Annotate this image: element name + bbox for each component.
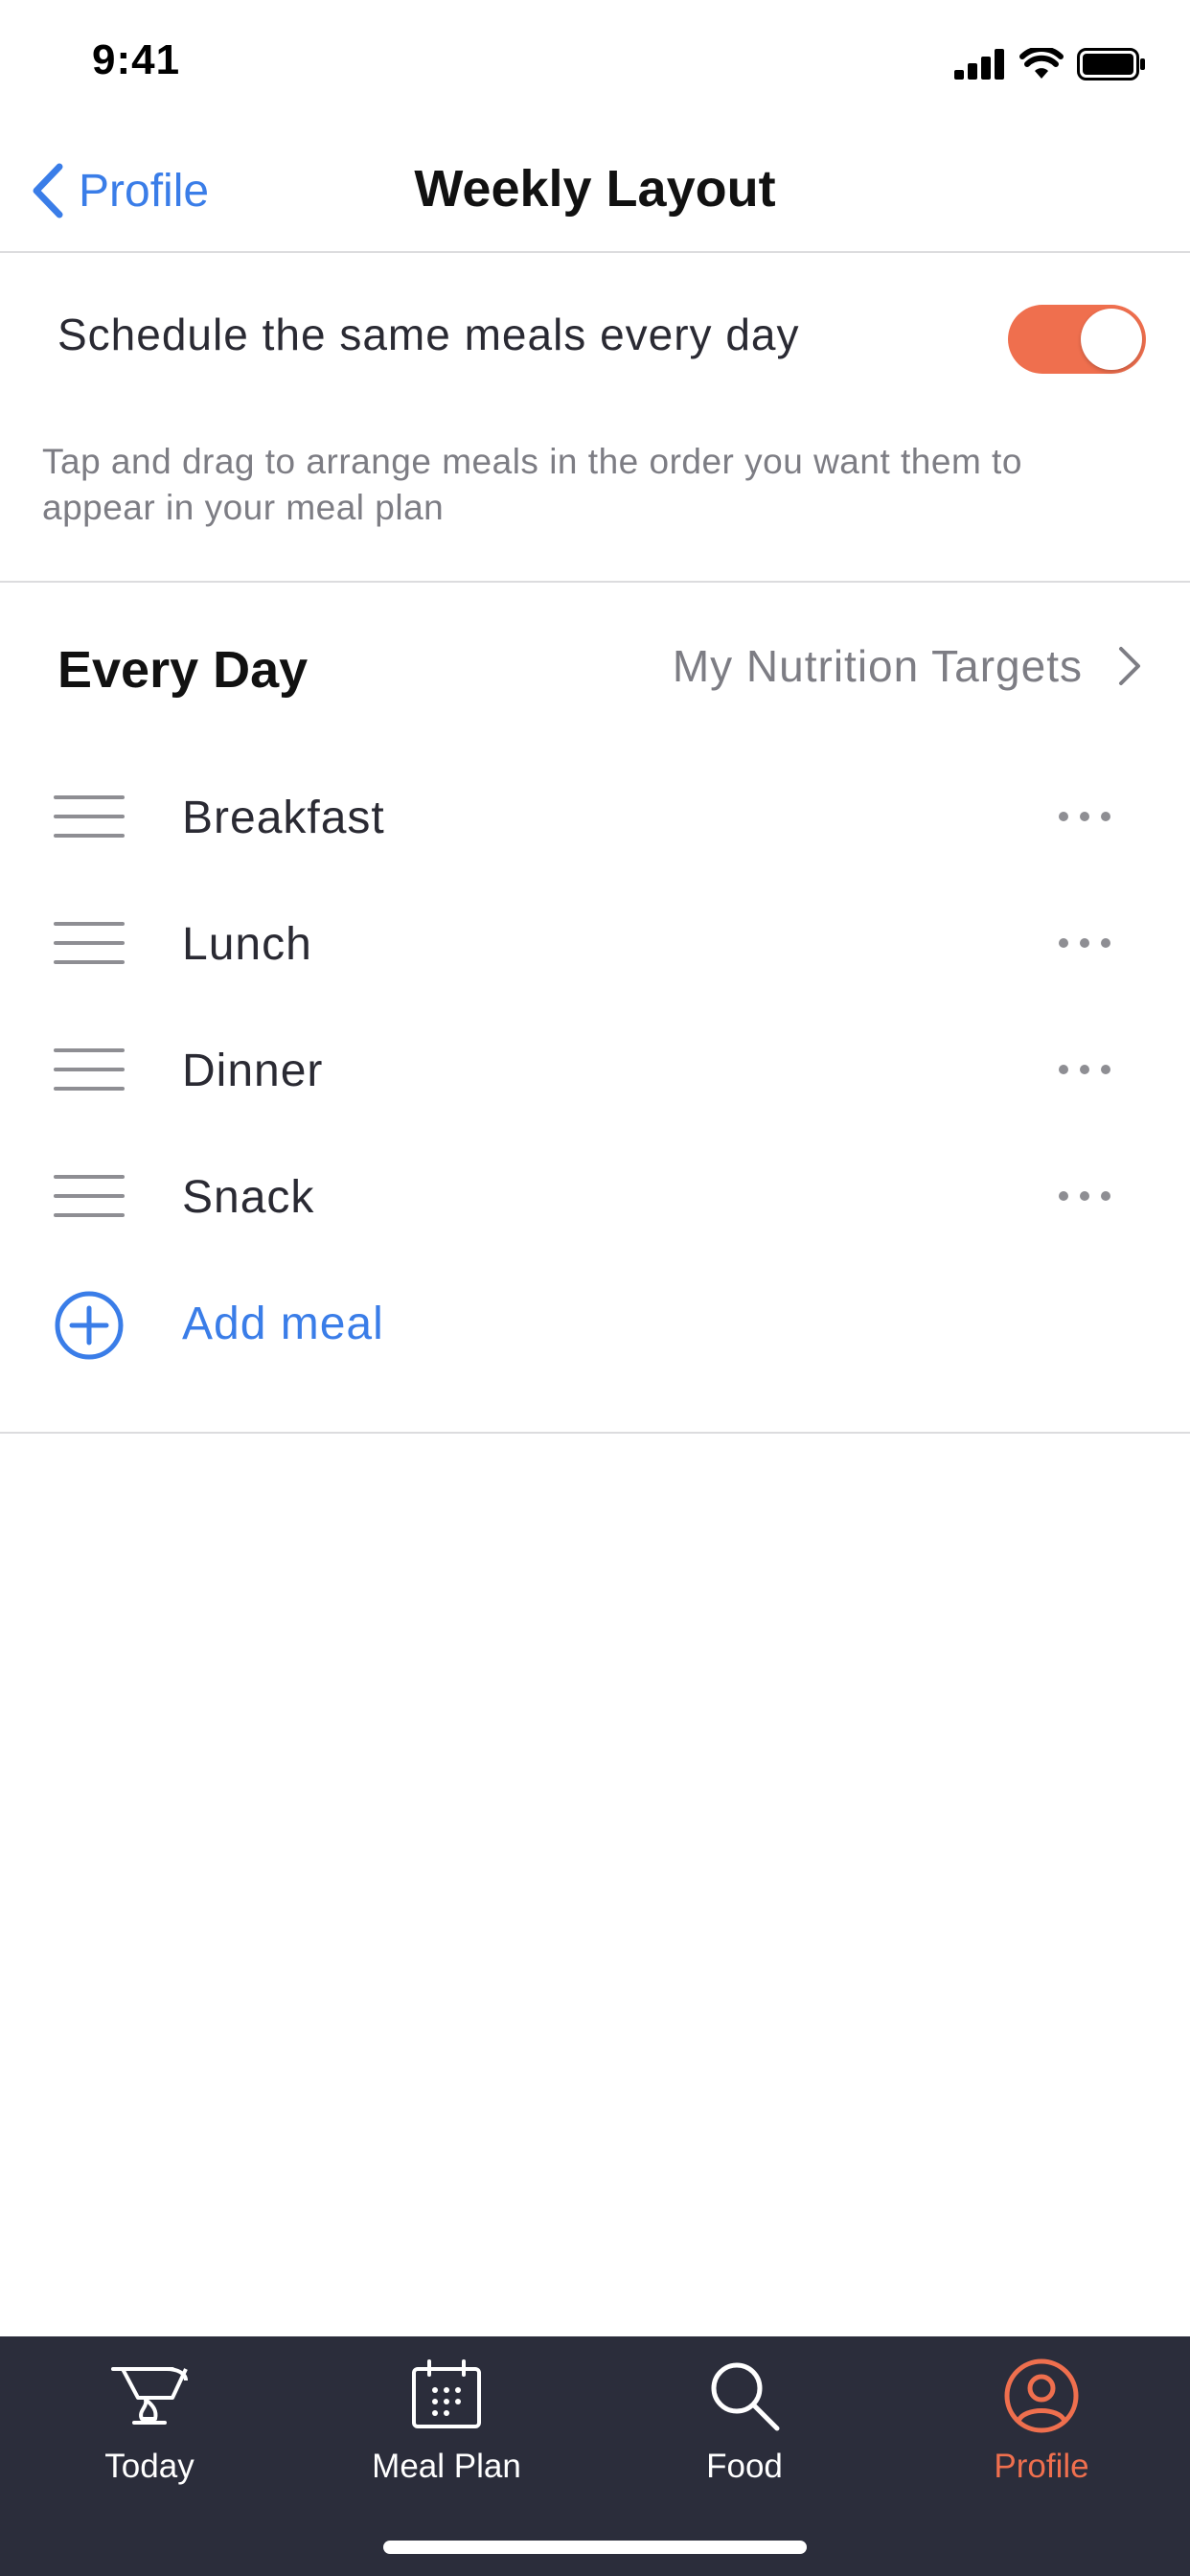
list-divider [0,1432,1190,1434]
more-options-icon[interactable] [1058,807,1111,826]
tab-today[interactable]: Today [34,2356,264,2509]
cellular-signal-icon [954,49,1004,80]
tab-meal-plan-label: Meal Plan [372,2448,521,2485]
chevron-right-icon [1119,647,1140,685]
same-meals-toggle[interactable] [1008,305,1146,374]
meal-name: Breakfast [182,793,385,843]
status-bar: 9:41 [0,0,1190,134]
wifi-icon [1019,48,1064,79]
toggle-knob [1081,309,1142,370]
drag-handle-icon[interactable] [54,922,125,964]
tab-meal-plan[interactable]: Meal Plan [332,2356,561,2509]
more-options-icon[interactable] [1058,933,1111,953]
profile-icon [1004,2358,1079,2433]
meal-name: Dinner [182,1046,324,1096]
section-title: Every Day [57,641,309,699]
tab-food[interactable]: Food [629,2356,859,2509]
same-meals-setting-row: Schedule the same meals every day [0,253,1190,424]
home-indicator [383,2541,807,2554]
drag-handle-icon[interactable] [54,1048,125,1091]
meal-row-dinner[interactable]: Dinner [0,1006,1190,1133]
add-meal-button[interactable]: Add meal [0,1259,1190,1388]
navigation-bar: Profile Weekly Layout [0,134,1190,253]
more-options-icon[interactable] [1058,1060,1111,1079]
meal-name: Snack [182,1172,315,1223]
section-divider [0,581,1190,583]
meal-list: Breakfast Lunch Dinner Snack Add meal [0,753,1190,1388]
tab-today-label: Today [104,2448,195,2485]
meal-row-breakfast[interactable]: Breakfast [0,753,1190,880]
section-header: Every Day My Nutrition Targets [0,585,1190,748]
tab-food-label: Food [706,2448,783,2485]
search-icon [711,2362,780,2431]
screen: 9:41 Profile Weekly Layout Schedule the … [0,0,1190,2576]
tab-profile-label: Profile [994,2448,1089,2485]
page-title: Weekly Layout [414,160,776,218]
calendar-icon [412,2359,481,2428]
status-time: 9:41 [92,36,181,83]
tab-profile[interactable]: Profile [927,2356,1156,2509]
help-text: Tap and drag to arrange meals in the ord… [42,442,1022,527]
nutrition-targets-link[interactable]: My Nutrition Targets [673,640,1142,692]
drag-handle-icon[interactable] [54,795,125,838]
add-meal-label: Add meal [182,1299,384,1349]
nutrition-targets-label: My Nutrition Targets [672,641,1083,691]
more-options-icon[interactable] [1058,1186,1111,1206]
battery-icon [1077,48,1145,80]
add-circle-icon [55,1291,124,1360]
drag-handle-icon[interactable] [54,1175,125,1217]
meal-name: Lunch [182,919,312,970]
same-meals-label: Schedule the same meals every day [57,310,800,359]
meal-row-lunch[interactable]: Lunch [0,880,1190,1006]
status-icons [954,48,1146,80]
today-icon [111,2367,188,2425]
meal-row-snack[interactable]: Snack [0,1133,1190,1259]
